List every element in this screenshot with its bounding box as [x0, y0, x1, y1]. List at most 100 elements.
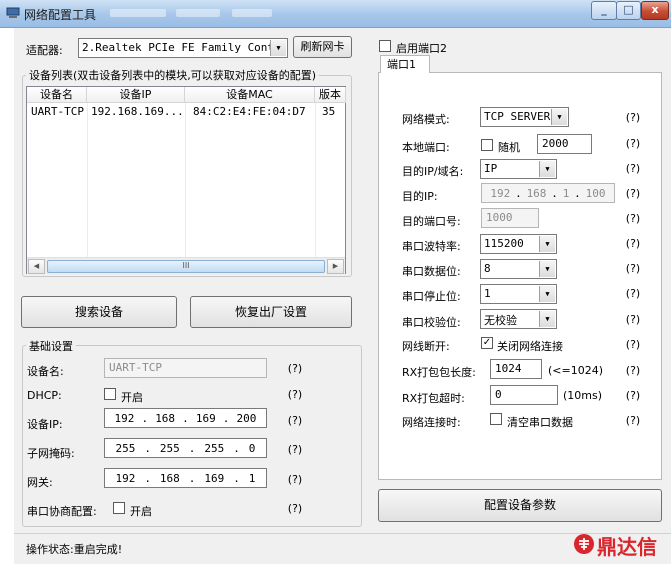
maximize-button[interactable]: □	[616, 1, 641, 20]
network-mode-value: TCP SERVER	[484, 110, 551, 123]
gateway-input[interactable]: 192. 168. 169. 1	[104, 468, 267, 488]
help-data-bits[interactable]: (?)	[623, 262, 643, 275]
dest-type-select[interactable]: IP ▼	[480, 159, 557, 179]
rx-length-input[interactable]: 1024	[490, 359, 542, 379]
clear-serial-checkbox[interactable]	[490, 413, 502, 425]
table-cell-device-mac[interactable]: 84:C2:E4:FE:04:D7	[193, 105, 306, 118]
scroll-left-icon[interactable]: ◀	[28, 259, 45, 274]
dest-ip-input[interactable]: 192. 168. 1. 100	[481, 183, 615, 203]
help-net-connect[interactable]: (?)	[623, 414, 643, 427]
close-net-label: 关闭网络连接	[497, 340, 563, 353]
minimize-icon: _	[601, 3, 607, 16]
help-serial-negotiation[interactable]: (?)	[285, 502, 305, 515]
ip-octet[interactable]: 169	[196, 412, 216, 425]
help-gateway[interactable]: (?)	[285, 473, 305, 486]
watermark-text: 鼎达信	[597, 535, 657, 559]
device-ip-input[interactable]: 192. 168. 169. 200	[104, 408, 267, 428]
chevron-down-icon[interactable]: ▼	[539, 261, 555, 277]
dhcp-checkbox[interactable]	[104, 388, 116, 400]
ip-octet[interactable]: 200	[237, 412, 257, 425]
help-dest-ip[interactable]: (?)	[623, 187, 643, 200]
table-cell-device-name[interactable]: UART-TCP	[31, 105, 84, 118]
help-stop-bits[interactable]: (?)	[623, 287, 643, 300]
rx-timeout-hint: (10ms)	[563, 389, 603, 402]
title-blur	[110, 9, 166, 17]
help-rx-length[interactable]: (?)	[623, 364, 643, 377]
dest-ip-octet[interactable]: 1	[563, 187, 570, 200]
ip-octet[interactable]: 168	[155, 412, 175, 425]
subnet-octet[interactable]: 0	[249, 442, 256, 455]
dest-port-label: 目的端口号:	[402, 215, 461, 228]
gateway-octet[interactable]: 1	[249, 472, 256, 485]
help-rx-timeout[interactable]: (?)	[623, 389, 643, 402]
gateway-octet[interactable]: 192	[115, 472, 135, 485]
serial-negotiation-checkbox[interactable]	[113, 502, 125, 514]
stop-bits-select[interactable]: 1 ▼	[480, 284, 557, 304]
baud-rate-select[interactable]: 115200 ▼	[480, 234, 557, 254]
help-device-name[interactable]: (?)	[285, 362, 305, 375]
help-dhcp[interactable]: (?)	[285, 388, 305, 401]
help-local-port[interactable]: (?)	[623, 137, 643, 150]
enable-port2-label: 启用端口2	[396, 42, 447, 55]
device-list-title: 设备列表(双击设备列表中的模块,可以获取对应设备的配置)	[26, 67, 320, 83]
help-subnet[interactable]: (?)	[285, 443, 305, 456]
device-name-input[interactable]: UART-TCP	[104, 358, 267, 378]
network-mode-select[interactable]: TCP SERVER ▼	[480, 107, 569, 127]
rx-timeout-input[interactable]: 0	[490, 385, 558, 405]
help-dest-type[interactable]: (?)	[623, 162, 643, 175]
chevron-down-icon[interactable]: ▼	[539, 161, 555, 177]
scroll-thumb[interactable]: III	[47, 260, 325, 273]
dest-port-input[interactable]: 1000	[481, 208, 539, 228]
network-mode-label: 网络模式:	[402, 113, 450, 126]
chevron-down-icon[interactable]: ▼	[539, 236, 555, 252]
factory-reset-button[interactable]: 恢复出厂设置	[190, 296, 352, 328]
subnet-octet[interactable]: 255	[115, 442, 135, 455]
enable-port2-checkbox[interactable]	[379, 40, 391, 52]
data-bits-select[interactable]: 8 ▼	[480, 259, 557, 279]
gateway-octet[interactable]: 169	[204, 472, 224, 485]
help-baud-rate[interactable]: (?)	[623, 237, 643, 250]
minimize-button[interactable]: _	[591, 1, 617, 20]
search-devices-button[interactable]: 搜索设备	[21, 296, 177, 328]
chevron-down-icon[interactable]: ▼	[551, 109, 567, 125]
local-port-label: 本地端口:	[402, 141, 450, 154]
adapter-label: 适配器:	[26, 44, 63, 57]
help-net-disconnect[interactable]: (?)	[623, 338, 643, 351]
chevron-down-icon[interactable]: ▼	[539, 286, 555, 302]
help-network-mode[interactable]: (?)	[623, 111, 643, 124]
tab-port1[interactable]: 端口1	[380, 55, 430, 73]
column-header-device-ip[interactable]: 设备IP	[87, 87, 185, 103]
help-device-ip[interactable]: (?)	[285, 414, 305, 427]
device-list[interactable]: 设备名 设备IP 设备MAC 版本 UART-TCP 192.168.169..…	[26, 86, 346, 274]
dest-ip-octet[interactable]: 168	[527, 187, 547, 200]
parity-select[interactable]: 无校验 ▼	[480, 309, 557, 329]
dest-ip-octet[interactable]: 192	[490, 187, 510, 200]
subnet-octet[interactable]: 255	[160, 442, 180, 455]
subnet-input[interactable]: 255. 255. 255. 0	[104, 438, 267, 458]
chevron-down-icon[interactable]: ▼	[270, 40, 286, 56]
subnet-octet[interactable]: 255	[204, 442, 224, 455]
configure-device-button[interactable]: 配置设备参数	[378, 489, 662, 522]
close-net-checkbox[interactable]: ✓	[481, 337, 493, 349]
column-header-device-name[interactable]: 设备名	[27, 87, 87, 103]
rx-length-hint: (<=1024)	[548, 364, 604, 377]
help-dest-port[interactable]: (?)	[623, 212, 643, 225]
refresh-adapter-button[interactable]: 刷新网卡	[293, 36, 352, 58]
table-cell-device-ip[interactable]: 192.168.169...	[91, 105, 184, 118]
adapter-select[interactable]: 2.Realtek PCIe FE Family Contr ▼	[78, 38, 288, 58]
local-port-input[interactable]: 2000	[537, 134, 592, 154]
gateway-octet[interactable]: 168	[160, 472, 180, 485]
horizontal-scrollbar[interactable]: ◀ III ▶	[27, 257, 345, 274]
chevron-down-icon[interactable]: ▼	[539, 311, 555, 327]
column-header-version[interactable]: 版本	[315, 87, 346, 103]
help-parity[interactable]: (?)	[623, 313, 643, 326]
table-cell-version[interactable]: 35	[322, 105, 335, 118]
column-header-device-mac[interactable]: 设备MAC	[185, 87, 315, 103]
random-port-checkbox[interactable]	[481, 139, 493, 151]
dest-ip-octet[interactable]: 100	[586, 187, 606, 200]
scroll-right-icon[interactable]: ▶	[327, 259, 344, 274]
status-text: 操作状态:重启完成!	[26, 543, 123, 556]
baud-rate-label: 串口波特率:	[402, 240, 461, 253]
ip-octet[interactable]: 192	[115, 412, 135, 425]
close-button[interactable]: x	[641, 1, 669, 20]
